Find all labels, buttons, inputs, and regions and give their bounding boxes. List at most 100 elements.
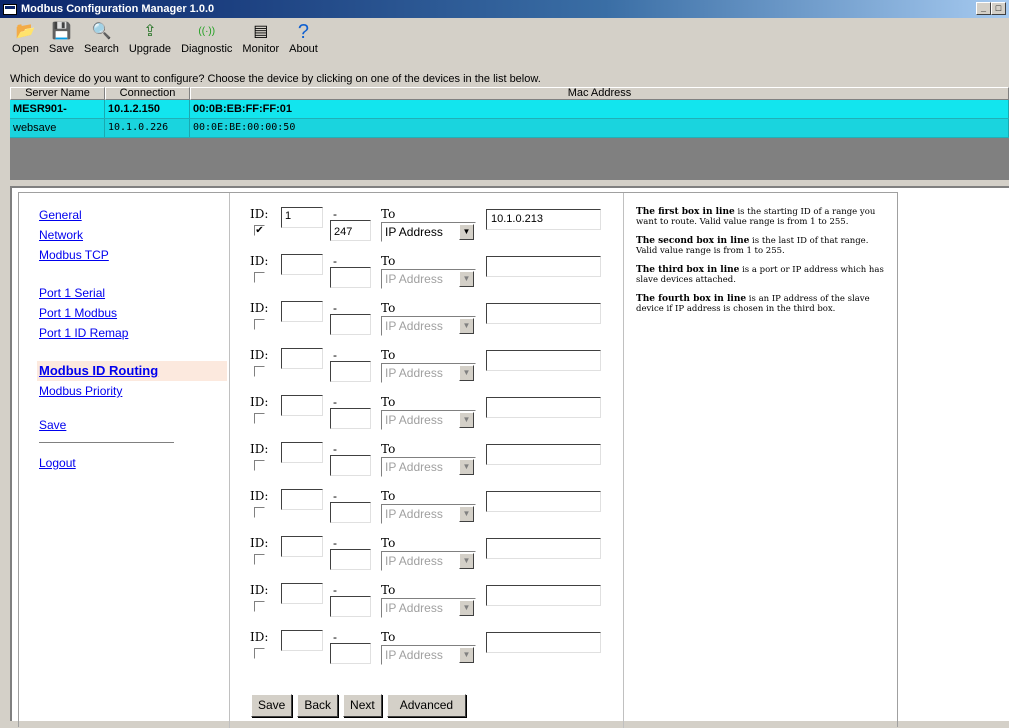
nav-modbus-id-routing[interactable]: Modbus ID Routing <box>37 361 227 381</box>
slave-ip-input[interactable] <box>486 256 601 277</box>
device-name: websave <box>10 119 105 137</box>
advanced-button[interactable]: Advanced <box>386 694 467 717</box>
route-target-select[interactable]: IP Address ▼ <box>381 457 476 477</box>
end-id-input[interactable] <box>330 314 371 335</box>
nav-save[interactable]: Save <box>39 415 239 435</box>
slave-ip-input[interactable] <box>486 397 601 418</box>
nav-port1-modbus[interactable]: Port 1 Modbus <box>39 303 239 323</box>
toolbar-open-button[interactable]: 📂 Open <box>8 19 43 71</box>
route-enable-checkbox[interactable] <box>254 319 265 330</box>
start-id-input[interactable] <box>281 583 323 604</box>
start-id-input[interactable] <box>281 348 323 369</box>
slave-ip-input[interactable] <box>486 585 601 606</box>
end-id-input[interactable] <box>330 596 371 617</box>
toolbar-upgrade-button[interactable]: ⇪ Upgrade <box>125 19 175 71</box>
next-button[interactable]: Next <box>343 694 382 717</box>
chevron-down-icon[interactable]: ▼ <box>459 412 474 428</box>
slave-ip-input[interactable] <box>486 538 601 559</box>
minimize-button[interactable]: _ <box>976 2 991 15</box>
device-mac: 00:0B:EB:FF:FF:01 <box>190 100 1009 118</box>
nav-network[interactable]: Network <box>39 225 239 245</box>
chevron-down-icon[interactable]: ▼ <box>459 271 474 287</box>
route-enable-checkbox[interactable] <box>254 648 265 659</box>
device-row[interactable]: MESR901- 10.1.2.150 00:0B:EB:FF:FF:01 <box>10 100 1009 119</box>
route-target-select[interactable]: IP Address ▼ <box>381 645 476 665</box>
end-id-input[interactable] <box>330 408 371 429</box>
slave-ip-input[interactable] <box>486 350 601 371</box>
slave-ip-input[interactable] <box>486 632 601 653</box>
to-label: To <box>381 536 396 550</box>
start-id-input[interactable] <box>281 301 323 322</box>
end-id-input[interactable] <box>330 549 371 570</box>
route-target-select[interactable]: IP Address ▼ <box>381 598 476 618</box>
toolbar-save-button[interactable]: 💾 Save <box>45 19 78 71</box>
column-divider <box>229 193 230 728</box>
route-target-select[interactable]: IP Address ▼ <box>381 316 476 336</box>
route-target-select[interactable]: IP Address ▼ <box>381 269 476 289</box>
column-mac-address[interactable]: Mac Address <box>190 87 1009 100</box>
route-enable-checkbox[interactable] <box>254 460 265 471</box>
route-enable-checkbox[interactable] <box>254 507 265 518</box>
back-button[interactable]: Back <box>297 694 339 717</box>
start-id-input[interactable] <box>281 254 323 275</box>
id-label: ID: <box>250 442 269 456</box>
toolbar-label: Upgrade <box>128 43 172 55</box>
slave-ip-input[interactable]: 10.1.0.213 <box>486 209 601 230</box>
column-connection[interactable]: Connection <box>105 87 190 100</box>
maximize-button[interactable]: □ <box>991 2 1006 15</box>
route-enable-checkbox[interactable] <box>254 366 265 377</box>
start-id-input[interactable] <box>281 630 323 651</box>
column-server-name[interactable]: Server Name <box>10 87 105 100</box>
route-target-value: IP Address <box>385 319 443 333</box>
end-id-input[interactable] <box>330 502 371 523</box>
route-target-select[interactable]: IP Address ▼ <box>381 551 476 571</box>
start-id-input[interactable] <box>281 489 323 510</box>
chevron-down-icon[interactable]: ▼ <box>459 365 474 381</box>
toolbar-diagnostic-button[interactable]: ((·)) Diagnostic <box>177 19 236 71</box>
id-label: ID: <box>250 348 269 362</box>
slave-ip-input[interactable] <box>486 444 601 465</box>
start-id-input[interactable] <box>281 536 323 557</box>
nav-port1-id-remap[interactable]: Port 1 ID Remap <box>39 323 239 343</box>
end-id-input[interactable] <box>330 643 371 664</box>
device-row[interactable]: websave 10.1.0.226 00:0E:BE:00:00:50 <box>10 119 1009 138</box>
device-list: Server Name Connection Mac Address MESR9… <box>10 87 1009 180</box>
chevron-down-icon[interactable]: ▼ <box>459 224 474 240</box>
route-target-select[interactable]: IP Address ▼ <box>381 363 476 383</box>
end-id-input[interactable] <box>330 455 371 476</box>
start-id-input[interactable]: 1 <box>281 207 323 228</box>
nav-port1-serial[interactable]: Port 1 Serial <box>39 283 239 303</box>
chevron-down-icon[interactable]: ▼ <box>459 600 474 616</box>
route-enable-checkbox[interactable] <box>254 413 265 424</box>
start-id-input[interactable] <box>281 395 323 416</box>
end-id-input[interactable] <box>330 361 371 382</box>
slave-ip-input[interactable] <box>486 303 601 324</box>
form-buttons: Save Back Next Advanced <box>251 694 471 717</box>
route-enable-checkbox[interactable] <box>254 601 265 612</box>
end-id-input[interactable] <box>330 267 371 288</box>
route-enable-checkbox[interactable]: ✔ <box>254 225 265 236</box>
route-target-select[interactable]: IP Address ▼ <box>381 410 476 430</box>
save-button[interactable]: Save <box>251 694 293 717</box>
chevron-down-icon[interactable]: ▼ <box>459 506 474 522</box>
nav-modbus-priority[interactable]: Modbus Priority <box>39 381 239 401</box>
chevron-down-icon[interactable]: ▼ <box>459 459 474 475</box>
chevron-down-icon[interactable]: ▼ <box>459 647 474 663</box>
nav-modbus-tcp[interactable]: Modbus TCP <box>39 245 239 265</box>
chevron-down-icon[interactable]: ▼ <box>459 318 474 334</box>
start-id-input[interactable] <box>281 442 323 463</box>
end-id-input[interactable]: 247 <box>330 220 371 241</box>
nav-logout[interactable]: Logout <box>39 453 239 473</box>
chevron-down-icon[interactable]: ▼ <box>459 553 474 569</box>
route-target-select[interactable]: IP Address ▼ <box>381 504 476 524</box>
range-dash: - <box>333 348 337 362</box>
route-enable-checkbox[interactable] <box>254 554 265 565</box>
nav-general[interactable]: General <box>39 205 239 225</box>
toolbar-monitor-button[interactable]: ▤ Monitor <box>238 19 283 71</box>
save-disk-icon: 💾 <box>51 23 72 40</box>
route-target-select[interactable]: IP Address ▼ <box>381 222 476 242</box>
toolbar-search-button[interactable]: 🔍 Search <box>80 19 123 71</box>
slave-ip-input[interactable] <box>486 491 601 512</box>
route-enable-checkbox[interactable] <box>254 272 265 283</box>
toolbar-about-button[interactable]: ? About <box>285 19 322 71</box>
